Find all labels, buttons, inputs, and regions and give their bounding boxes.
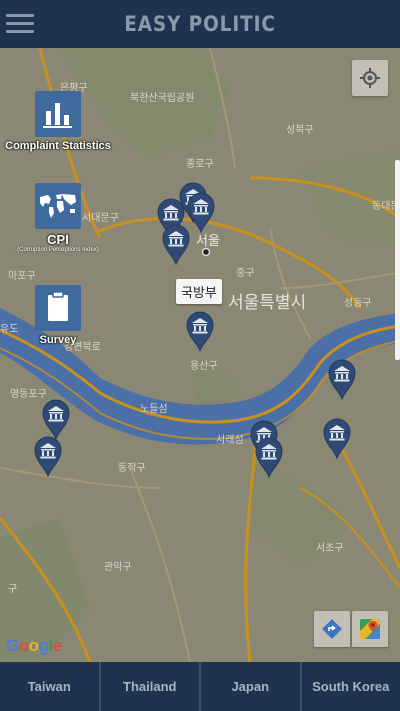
google-logo: Google [6,636,62,655]
tab-taiwan[interactable]: Taiwan [0,662,99,711]
open-in-maps-button[interactable] [352,611,388,647]
map-label: 서울특별시 [228,293,307,313]
app-header: EASY POLITIC [0,0,400,48]
tab-south-korea[interactable]: South Korea [299,662,400,711]
map-center-dot [201,247,211,257]
crosshair-icon [360,68,380,88]
country-tab-bar: Taiwan Thailand Japan South Korea [0,662,400,711]
government-building-icon[interactable] [254,436,284,479]
google-maps-icon [360,619,380,639]
map-label: 마포구 [8,271,36,282]
world-map-icon [35,183,81,229]
map-label: 노들섬 [140,404,168,415]
complaint-statistics-label: Complaint Statistics [5,140,111,152]
map-label: 용산구 [190,361,218,372]
map-label: 중구 [236,268,255,279]
directions-button[interactable] [314,611,350,647]
survey-button[interactable]: Survey [3,285,113,346]
tab-japan[interactable]: Japan [199,662,300,711]
government-building-icon[interactable] [185,310,215,353]
cpi-sublabel: (Corruption Perceptions Index) [17,247,99,253]
government-building-icon[interactable] [33,435,63,478]
map-label: 서래섬 [216,435,244,446]
my-location-button[interactable] [352,60,388,96]
government-building-icon[interactable] [161,223,191,266]
map-label: 관악구 [104,562,132,573]
map-label: 북한산국립공원 [130,93,195,104]
bar-chart-icon [35,91,81,137]
map-view[interactable]: 은평구 북한산국립공원 성북구 종로구 서대문구 서울 서울특별시 중구 마포구… [0,48,400,662]
government-building-icon[interactable] [322,417,352,460]
selected-place-tooltip[interactable]: 국방부 [176,279,222,304]
cpi-label: CPI [47,232,69,247]
map-label: 종로구 [186,159,214,170]
complaint-statistics-button[interactable]: Complaint Statistics [3,91,113,152]
tab-thailand[interactable]: Thailand [98,662,200,711]
directions-icon [322,619,342,639]
government-building-icon[interactable] [41,398,71,441]
map-label: 동작구 [118,463,146,474]
cpi-button[interactable]: CPI (Corruption Perceptions Index) [3,183,113,253]
app-title: EASY POLITIC [124,12,276,36]
map-label: 구 [8,584,18,595]
map-label: 성동구 [344,298,372,309]
map-label: 성북구 [286,125,314,136]
clipboard-icon [35,285,81,331]
map-label: 서초구 [316,543,344,554]
survey-label: Survey [39,334,77,346]
government-building-icon[interactable] [327,358,357,401]
scrollbar[interactable] [395,160,400,360]
